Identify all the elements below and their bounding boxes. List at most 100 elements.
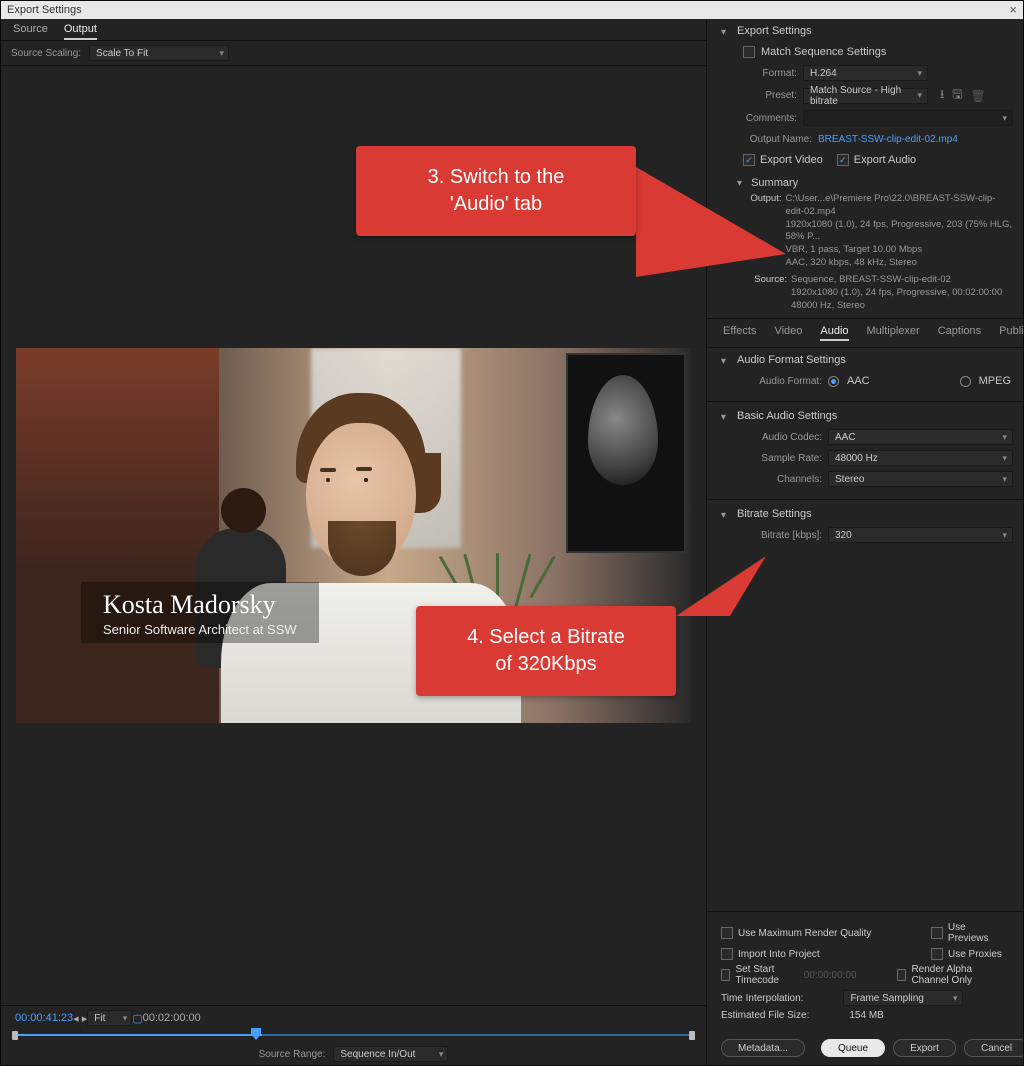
annotation-top: 3. Switch to the'Audio' tab [356,146,636,236]
chevron-down-icon[interactable]: ▾ [721,356,726,367]
chevron-down-icon[interactable]: ▾ [737,178,742,189]
close-icon[interactable]: × [1009,1,1017,19]
match-sequence-checkbox[interactable] [743,46,755,58]
preset-label: Preset: [737,90,797,101]
use-previews-checkbox[interactable] [931,927,943,939]
lower-third-role: Senior Software Architect at SSW [103,622,297,637]
use-proxies-label: Use Proxies [948,949,1002,960]
lower-third-name: Kosta Madorsky [103,590,297,620]
bitrate-label: Bitrate [kbps]: [737,530,822,541]
preset-select[interactable]: Match Source - High bitrate [803,88,928,104]
action-buttons: Metadata... Queue Export Cancel [707,1031,1023,1065]
export-settings-header: Export Settings [737,25,1013,37]
import-project-label: Import Into Project [738,949,820,960]
zoom-select[interactable]: Fit [87,1010,132,1026]
comments-input[interactable] [803,110,1013,126]
summary-source-line: 1920x1080 (1.0), 24 fps, Progressive, 00… [791,287,1002,300]
output-name-label: Output Name: [737,134,812,145]
bitrate-select[interactable]: 320 [828,527,1013,543]
chevron-down-icon[interactable]: ▾ [721,510,726,521]
chevron-down-icon[interactable]: ▾ [721,412,726,423]
playhead[interactable] [251,1028,261,1042]
render-alpha-label: Render Alpha Channel Only [911,964,1009,986]
audio-format-label: Audio Format: [737,376,822,387]
source-scaling-row: Source Scaling: Scale To Fit [1,41,706,66]
render-alpha-checkbox[interactable] [897,969,907,981]
import-preset-icon[interactable]: ⭳ [940,85,944,106]
annotation-bottom: 4. Select a Bitrateof 320Kbps [416,606,676,696]
tab-audio[interactable]: Audio [820,325,848,341]
bitrate-section: ▾ Bitrate Settings Bitrate [kbps]: 320 [707,502,1023,553]
match-sequence-label: Match Sequence Settings [761,46,886,58]
summary-output-line: C:\User...e\Premiere Pro\22.0\BREAST-SSW… [785,193,1013,219]
tab-video[interactable]: Video [774,325,802,341]
export-button[interactable]: Export [893,1039,956,1057]
channels-select[interactable]: Stereo [828,471,1013,487]
in-out-icons[interactable]: ◂ ▸ [73,1012,87,1025]
save-preset-icon[interactable]: 🖫 [952,85,962,106]
transport-bar: 00:00:41:23 ◂ ▸ Fit ▢ 00:02:00:00 S [1,1005,706,1065]
summary-source-line: Sequence, BREAST-SSW-clip-edit-02 [791,274,1002,287]
use-previews-label: Use Previews [948,922,1009,944]
lower-third: Kosta Madorsky Senior Software Architect… [81,582,319,643]
format-label: Format: [737,68,797,79]
audio-codec-label: Audio Codec: [737,432,822,443]
bitrate-header: Bitrate Settings [737,508,1013,520]
basic-audio-section: ▾ Basic Audio Settings Audio Codec: AAC … [707,404,1023,497]
export-video-label: Export Video [760,154,823,166]
est-size-value: 154 MB [849,1010,883,1021]
export-video-checkbox[interactable] [743,154,755,166]
tab-multiplexer[interactable]: Multiplexer [867,325,920,341]
sample-rate-label: Sample Rate: [737,453,822,464]
source-scaling-select[interactable]: Scale To Fit [89,45,229,61]
in-handle[interactable] [12,1031,18,1040]
import-project-checkbox[interactable] [721,948,733,960]
comments-label: Comments: [737,113,797,124]
basic-audio-header: Basic Audio Settings [737,410,1013,422]
format-select[interactable]: H.264 [803,65,928,81]
current-timecode[interactable]: 00:00:41:23 [15,1012,73,1024]
window-title: Export Settings [7,1,82,19]
summary-source-line: 48000 Hz, Stereo [791,300,1002,313]
tab-source[interactable]: Source [13,23,48,40]
summary-output-line: AAC, 320 kbps, 48 kHz, Stereo [785,257,1013,270]
channels-label: Channels: [737,474,822,485]
radio-aac[interactable]: AAC [828,375,870,387]
tab-output[interactable]: Output [64,23,97,40]
time-interp-select[interactable]: Frame Sampling [843,990,963,1006]
render-options: Use Maximum Render Quality Use Previews … [707,911,1023,1031]
chevron-down-icon[interactable]: ▾ [721,27,726,38]
export-audio-checkbox[interactable] [837,154,849,166]
out-handle[interactable] [689,1031,695,1040]
audio-format-section: ▾ Audio Format Settings Audio Format: AA… [707,348,1023,399]
export-tabs: Effects Video Audio Multiplexer Captions… [707,318,1023,348]
radio-mpeg[interactable]: MPEG [960,375,1011,387]
title-bar: Export Settings × [1,1,1023,19]
summary-output-line: 1920x1080 (1.0), 24 fps, Progressive, 20… [785,219,1013,245]
audio-codec-select[interactable]: AAC [828,429,1013,445]
output-name-link[interactable]: BREAST-SSW-clip-edit-02.mp4 [818,134,958,145]
audio-format-header: Audio Format Settings [737,354,1013,366]
source-scaling-label: Source Scaling: [11,48,81,59]
tab-effects[interactable]: Effects [723,325,756,341]
export-audio-label: Export Audio [854,154,916,166]
set-start-tc-checkbox[interactable] [721,969,730,981]
queue-button[interactable]: Queue [821,1039,885,1057]
summary-header: Summary [751,177,798,189]
est-size-label: Estimated File Size: [721,1010,809,1021]
tab-captions[interactable]: Captions [938,325,981,341]
cancel-button[interactable]: Cancel [964,1039,1023,1057]
time-interp-label: Time Interpolation: [721,993,803,1004]
timeline[interactable] [11,1030,696,1040]
max-render-checkbox[interactable] [721,927,733,939]
export-settings-window: Export Settings × Source Output Source S… [0,0,1024,1066]
safe-margins-icon[interactable]: ▢ [132,1012,142,1025]
delete-preset-icon[interactable]: 🗑 [970,89,985,103]
source-range-label: Source Range: [259,1049,326,1060]
sample-rate-select[interactable]: 48000 Hz [828,450,1013,466]
tab-publish[interactable]: Publish [999,325,1023,341]
set-start-tc-label: Set Start Timecode [735,964,798,986]
metadata-button[interactable]: Metadata... [721,1039,805,1057]
use-proxies-checkbox[interactable] [931,948,943,960]
source-range-select[interactable]: Sequence In/Out [333,1046,448,1062]
